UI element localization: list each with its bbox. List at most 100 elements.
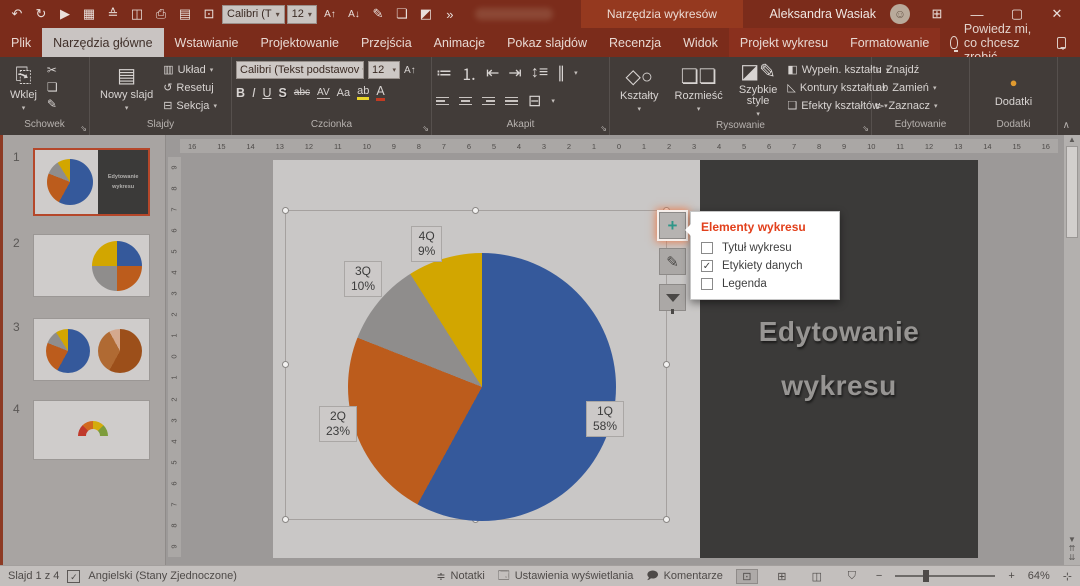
present-icon[interactable]: ▶ (54, 3, 76, 25)
quick-styles-button[interactable]: ◪✎ Szybkie style▾ (733, 61, 784, 120)
pen-icon[interactable]: ✎ (367, 3, 389, 25)
character-spacing-button[interactable]: AV (317, 87, 330, 99)
checkbox-checked[interactable]: ✓ (701, 260, 713, 272)
slide-thumbnail-4[interactable] (33, 400, 150, 460)
popup-item-chart-title[interactable]: Tytuł wykresu (701, 242, 829, 254)
collapse-ribbon-icon[interactable]: ∧ (1063, 120, 1070, 131)
qat-font-name-combo[interactable]: Calibri (T ▾ (222, 5, 285, 24)
section-button[interactable]: ⊟ Sekcja▾ (163, 99, 217, 114)
chart-styles-button[interactable]: ✎ (659, 248, 686, 275)
grow-font-icon[interactable]: A↑ (319, 3, 341, 25)
font-color-button[interactable]: A (376, 84, 384, 101)
tab-przejscia[interactable]: Przejścia (350, 28, 423, 57)
format-painter-icon[interactable]: ✎ (47, 97, 58, 111)
data-label-1q[interactable]: 1Q58% (586, 401, 624, 437)
fit-to-window-icon[interactable]: ⊹ (1063, 570, 1072, 583)
text-shadow-button[interactable]: S (279, 86, 287, 100)
resize-handle[interactable] (282, 361, 289, 368)
slideshow-view-icon[interactable]: ⛉ (841, 570, 863, 583)
horizontal-ruler[interactable]: 1615141312111098765432101234567891011121… (180, 139, 1058, 153)
tab-pokaz-slajdow[interactable]: Pokaz slajdów (496, 28, 598, 57)
bullets-icon[interactable]: ≔ (436, 63, 452, 83)
data-label-4q[interactable]: 4Q9% (411, 226, 442, 262)
data-label-3q[interactable]: 3Q10% (344, 261, 382, 297)
align-right-icon[interactable] (482, 95, 495, 108)
save-icon[interactable]: ▦ (78, 3, 100, 25)
chart-filters-button[interactable] (659, 284, 686, 311)
align-left-icon[interactable] (436, 95, 449, 108)
notes-page-icon[interactable]: ▤ (174, 3, 196, 25)
slide-thumbnail-1[interactable]: Edytowanie wykresu (33, 148, 150, 216)
slide-thumbnail-3[interactable] (33, 318, 150, 381)
ribbon-display-options-icon[interactable]: ⊞ (924, 6, 950, 22)
resize-handle[interactable] (663, 361, 670, 368)
close-icon[interactable]: ✕ (1044, 6, 1070, 22)
dialog-launcher-icon[interactable]: ⇘ (422, 124, 429, 133)
zoom-out-icon[interactable]: − (876, 570, 882, 582)
vertical-ruler[interactable]: 9876543210123456789 (168, 157, 181, 557)
replace-button[interactable]: ab Zamień▾ (876, 81, 938, 96)
resize-handle[interactable] (282, 207, 289, 214)
grow-font-icon[interactable]: A↑ (404, 65, 416, 76)
italic-button[interactable]: I (252, 86, 255, 100)
audio-icon[interactable]: ◫ (126, 3, 148, 25)
scroll-down-icon[interactable]: ▼ (1068, 535, 1076, 544)
addins-button[interactable]: ● Dodatki (989, 61, 1038, 119)
scroll-up-icon[interactable]: ▲ (1068, 135, 1076, 144)
line-spacing-icon[interactable]: ↕≡ (531, 64, 548, 82)
tab-narzedzia-glowne[interactable]: Narzędzia główne (42, 28, 163, 57)
slide-sorter-view-icon[interactable]: ⊞ (771, 570, 793, 583)
zoom-level[interactable]: 64% (1028, 570, 1050, 582)
cut-icon[interactable]: ✂ (47, 63, 58, 77)
checkbox[interactable] (701, 278, 713, 290)
resize-handle[interactable] (663, 516, 670, 523)
avatar[interactable]: ☺ (890, 4, 910, 24)
tab-animacje[interactable]: Animacje (423, 28, 496, 57)
comments-toggle[interactable]: 🗩 Komentarze (646, 567, 723, 586)
language-indicator[interactable]: Angielski (Stany Zjednoczone) (88, 570, 237, 582)
spellcheck-icon[interactable]: ✓ (67, 570, 80, 583)
reset-button[interactable]: ↺ Resetuj (163, 81, 217, 96)
display-settings-button[interactable]: 🗔 Ustawienia wyświetlania (498, 567, 634, 586)
tab-recenzja[interactable]: Recenzja (598, 28, 672, 57)
zoom-slider[interactable] (895, 575, 995, 577)
dialog-launcher-icon[interactable]: ⇘ (862, 124, 869, 133)
tab-wstawianie[interactable]: Wstawianie (164, 28, 250, 57)
redo-icon[interactable]: ↻ (30, 3, 52, 25)
tab-projektowanie[interactable]: Projektowanie (249, 28, 350, 57)
numbering-icon[interactable]: ⒈ (461, 61, 477, 85)
slide-thumbnail-2[interactable] (33, 234, 150, 297)
zoom-slider-thumb[interactable] (923, 570, 929, 582)
tab-plik[interactable]: Plik (0, 28, 42, 57)
user-name[interactable]: Aleksandra Wasiak (769, 7, 876, 21)
picture-icon[interactable]: ❏ (391, 3, 413, 25)
quick-print-icon[interactable]: ⎙ (150, 3, 172, 25)
shapes-button[interactable]: ◇○ Kształty▾ (614, 61, 665, 120)
slideshow-icon[interactable]: ⊡ (198, 3, 220, 25)
bold-button[interactable]: B (236, 86, 245, 100)
tab-formatowanie[interactable]: Formatowanie (839, 28, 940, 57)
dialog-launcher-icon[interactable]: ⇘ (80, 124, 87, 133)
dialog-launcher-icon[interactable]: ⇘ (600, 124, 607, 133)
reading-view-icon[interactable]: ◫ (806, 570, 828, 583)
scrollbar-thumb[interactable] (1066, 146, 1078, 238)
popup-item-data-labels[interactable]: ✓ Etykiety danych (701, 260, 829, 272)
next-slide-icon[interactable]: ⇊ (1069, 553, 1076, 562)
decrease-indent-icon[interactable]: ⇤ (486, 63, 499, 83)
data-label-2q[interactable]: 2Q23% (319, 406, 357, 442)
previous-slide-icon[interactable]: ⇈ (1069, 544, 1076, 553)
more-commands-icon[interactable]: » (439, 3, 461, 25)
tab-projekt-wykresu[interactable]: Projekt wykresu (729, 28, 839, 57)
shrink-font-icon[interactable]: A↓ (343, 3, 365, 25)
select-button[interactable]: ▻ Zaznacz▾ (876, 99, 938, 114)
normal-view-icon[interactable]: ⊡ (736, 569, 758, 584)
columns-icon[interactable]: ∥ (557, 63, 565, 83)
paste-button[interactable]: ⎘ Wklej ▾ (4, 61, 43, 119)
tab-widok[interactable]: Widok (672, 28, 729, 57)
zoom-in-icon[interactable]: + (1008, 570, 1014, 582)
checkbox[interactable] (701, 242, 713, 254)
find-button[interactable]: ⌕ Znajdź (876, 63, 938, 78)
chart-object-frame[interactable]: 1Q58% 2Q23% 3Q10% 4Q9% (285, 210, 667, 520)
highlight-color-button[interactable]: ab (357, 85, 369, 100)
undo-icon[interactable]: ↶ (6, 3, 28, 25)
